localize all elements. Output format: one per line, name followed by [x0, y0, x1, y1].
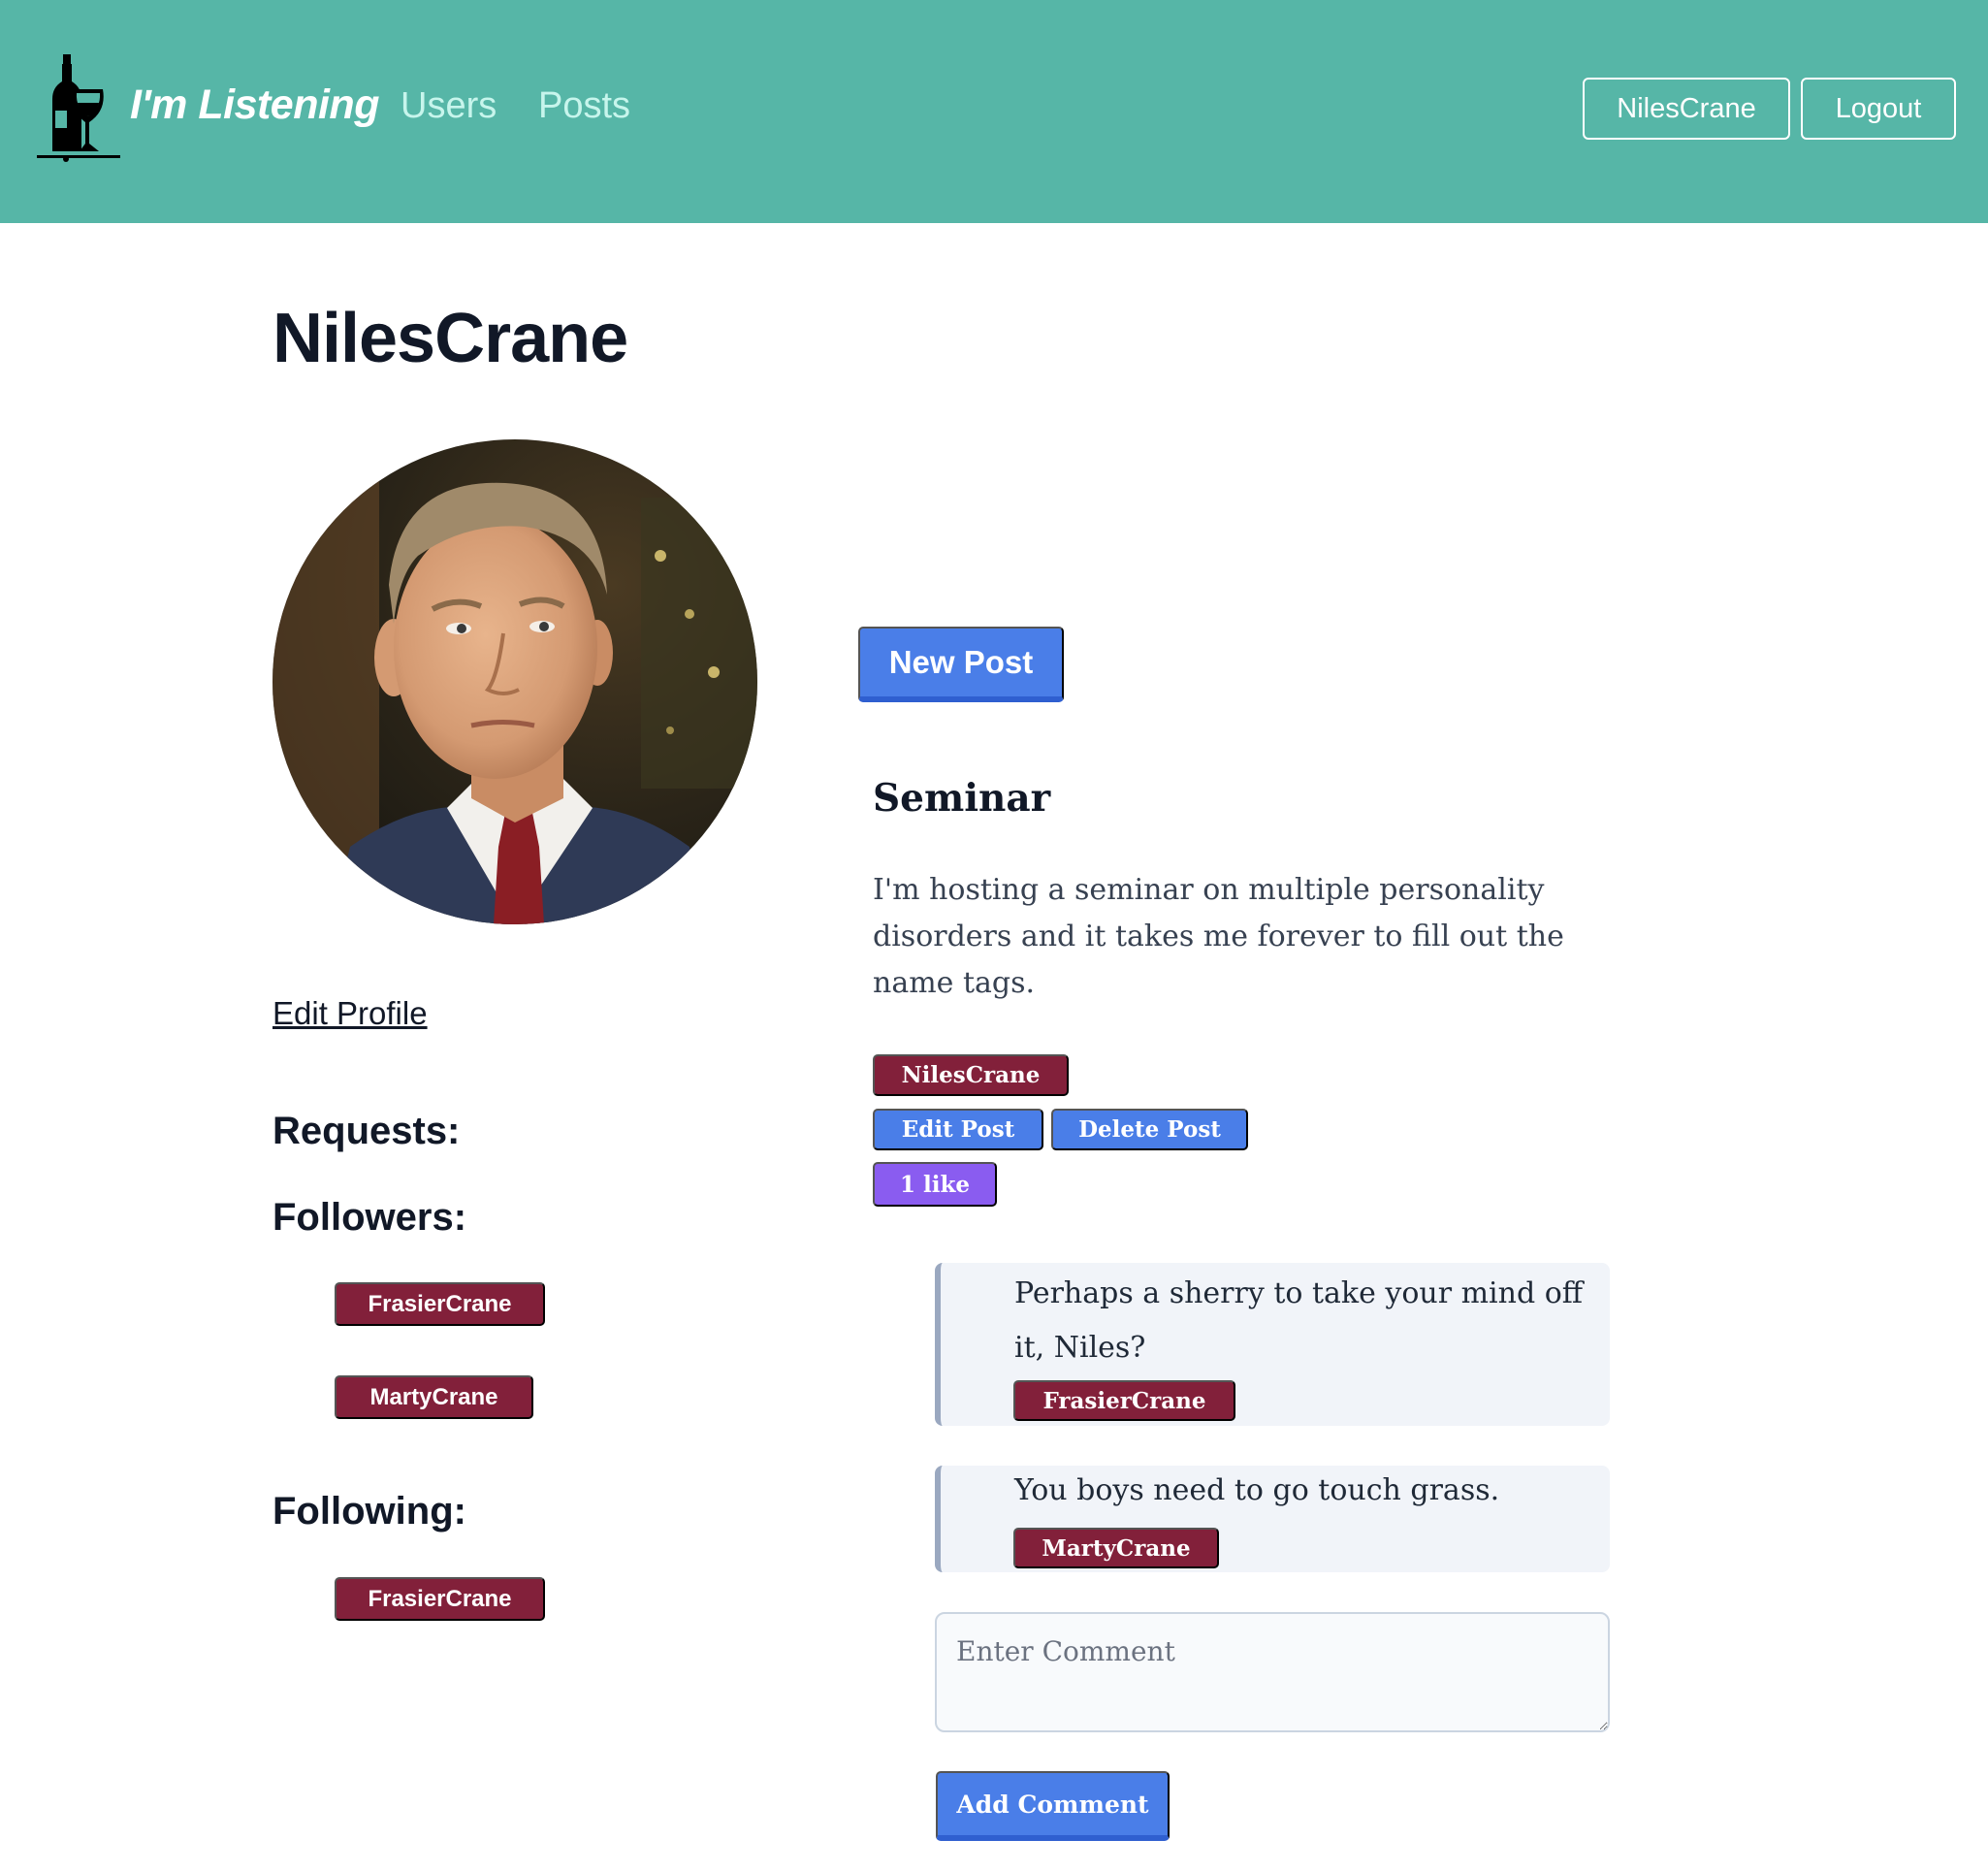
nav-link-posts[interactable]: Posts [538, 85, 630, 127]
delete-post-button[interactable]: Delete Post [1051, 1109, 1248, 1150]
page-title: NilesCrane [273, 300, 628, 377]
add-comment-button[interactable]: Add Comment [936, 1771, 1170, 1841]
navbar: I'm Listening Users Posts NilesCrane Log… [0, 0, 1988, 223]
comment-card: Perhaps a sherry to take your mind off i… [935, 1263, 1610, 1426]
followers-heading: Followers: [273, 1196, 467, 1239]
current-user-button[interactable]: NilesCrane [1583, 78, 1790, 140]
follower-badge[interactable]: MartyCrane [335, 1375, 533, 1419]
avatar-portrait-image [273, 439, 757, 924]
following-badge[interactable]: FrasierCrane [335, 1577, 545, 1621]
comment-text: Perhaps a sherry to take your mind off i… [1014, 1276, 1584, 1365]
edit-post-button[interactable]: Edit Post [873, 1109, 1043, 1150]
edit-profile-link[interactable]: Edit Profile [273, 995, 428, 1032]
post-body: I'm hosting a seminar on multiple person… [873, 873, 1564, 1000]
post-title: Seminar [873, 776, 1051, 821]
comment-input[interactable] [935, 1612, 1610, 1732]
nav-link-users[interactable]: Users [401, 85, 497, 127]
comment-text: You boys need to go touch grass. [1014, 1473, 1500, 1507]
like-button[interactable]: 1 like [873, 1162, 997, 1207]
new-post-button[interactable]: New Post [858, 627, 1064, 702]
comment-author-badge[interactable]: MartyCrane [1013, 1528, 1219, 1568]
follower-badge[interactable]: FrasierCrane [335, 1282, 545, 1326]
following-heading: Following: [273, 1490, 466, 1533]
comment-author-badge[interactable]: FrasierCrane [1013, 1380, 1235, 1421]
comment-card: You boys need to go touch grass. MartyCr… [935, 1466, 1610, 1572]
requests-heading: Requests: [273, 1110, 461, 1152]
wine-bottle-glass-icon[interactable] [37, 54, 120, 163]
post-author-badge[interactable]: NilesCrane [873, 1054, 1069, 1096]
avatar [273, 439, 757, 924]
logout-button[interactable]: Logout [1801, 78, 1956, 140]
brand-title[interactable]: I'm Listening [130, 81, 379, 129]
